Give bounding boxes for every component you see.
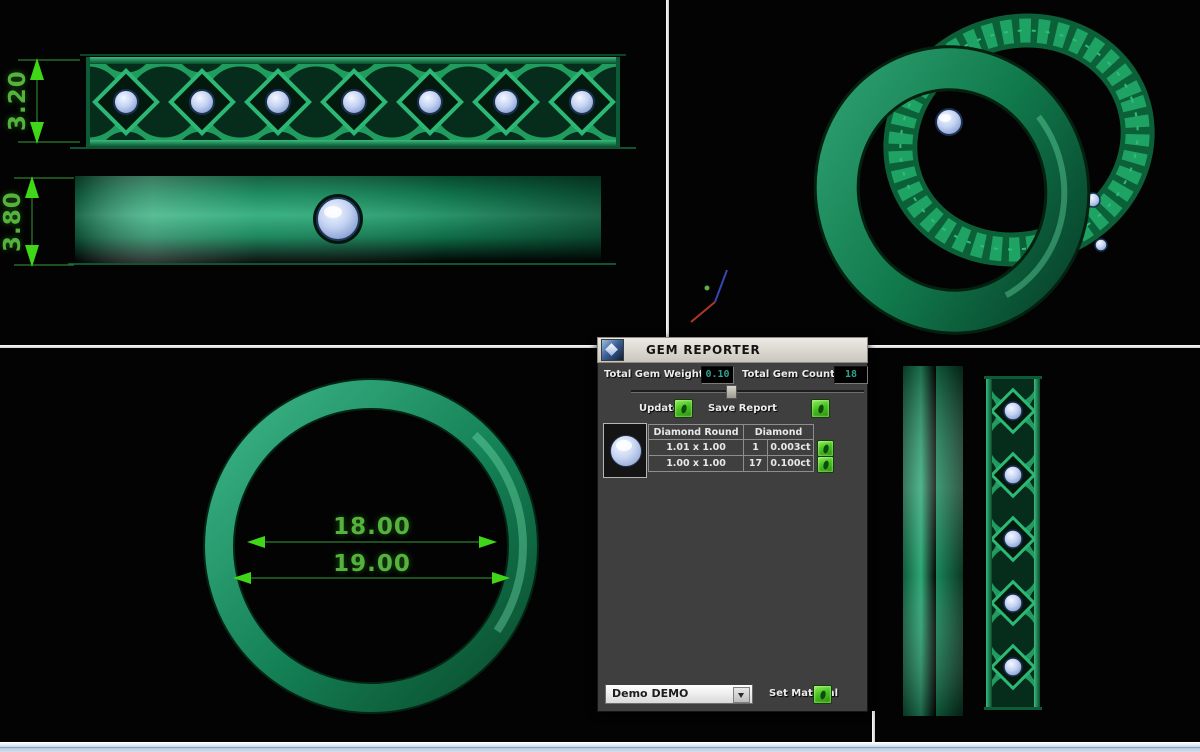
- go-pip-icon: [817, 404, 824, 414]
- total-gem-count-label: Total Gem Count: [742, 369, 835, 380]
- go-pip-icon: [680, 404, 687, 414]
- viewport-perspective[interactable]: [669, 0, 1200, 345]
- row-go-button[interactable]: [817, 456, 834, 473]
- total-gem-weight-value: 0.10: [701, 366, 734, 384]
- update-go-button[interactable]: [674, 399, 693, 418]
- window-bottom-edge: [0, 742, 1200, 752]
- viewport-splitter-vertical-bottom[interactable]: [872, 711, 875, 742]
- chevron-down-icon: [738, 693, 744, 698]
- save-report-label: Save Report: [708, 403, 777, 414]
- flush-gem-3d: [936, 109, 962, 135]
- table-row-size[interactable]: 1.00 x 1.00: [648, 455, 744, 472]
- table-header-gem-type: Diamond Round: [648, 424, 744, 440]
- viewport-splitter-vertical-top[interactable]: [666, 0, 669, 345]
- table-row-carats[interactable]: 0.003ct: [767, 439, 814, 456]
- table-header-material: Diamond: [743, 424, 814, 440]
- set-material-go-button[interactable]: [813, 685, 832, 704]
- cad-workspace: 3.20 3.80: [0, 0, 1200, 752]
- pattern-band-side-render: [70, 54, 636, 149]
- ring-top-render: [204, 379, 538, 713]
- size-slider-thumb[interactable]: [726, 385, 737, 399]
- dimension-label-plain-band-height: 3.80: [0, 192, 26, 252]
- gem-reporter-icon: [601, 339, 624, 361]
- row-go-button[interactable]: [817, 440, 834, 457]
- pattern-band-3d-render: [869, 0, 1168, 283]
- material-dropdown[interactable]: Demo DEMO: [605, 684, 753, 704]
- gem-preview-thumbnail[interactable]: [603, 423, 647, 478]
- flush-gem: [317, 198, 359, 240]
- size-slider-track[interactable]: [631, 390, 864, 393]
- dimension-label-inner-diameter: 18.00: [322, 514, 422, 540]
- total-gem-count-value: 18: [834, 366, 868, 384]
- go-pip-icon: [822, 444, 829, 454]
- dialog-title: GEM REPORTER: [646, 343, 761, 357]
- go-pip-icon: [822, 460, 829, 470]
- save-report-go-button[interactable]: [811, 399, 830, 418]
- table-row-size[interactable]: 1.01 x 1.00: [648, 439, 744, 456]
- bottom-edge-line: [0, 747, 1200, 748]
- viewport-right-view[interactable]: [875, 348, 1200, 742]
- perspective-render: [669, 0, 1200, 345]
- side-view-render: [0, 0, 666, 345]
- plain-band-3d-render: [814, 47, 1090, 333]
- total-gem-weight-label: Total Gem Weight: [604, 369, 704, 380]
- gem-reporter-dialog: GEM REPORTER Total Gem Weight 0.10 Total…: [597, 337, 868, 712]
- dialog-body: Total Gem Weight 0.10 Total Gem Count 18…: [597, 363, 868, 712]
- plain-band-right-render: [903, 366, 963, 716]
- pattern-band-right-render: [984, 376, 1042, 710]
- table-row-carats[interactable]: 0.100ct: [767, 455, 814, 472]
- table-row-count[interactable]: 17: [743, 455, 768, 472]
- plain-band-side-render: [68, 176, 616, 265]
- dropdown-button[interactable]: [733, 687, 750, 703]
- axis-gizmo: [691, 270, 727, 322]
- go-pip-icon: [819, 690, 826, 700]
- gem-thumbnail-stone: [610, 435, 642, 467]
- dialog-titlebar[interactable]: GEM REPORTER: [597, 337, 868, 363]
- dimension-label-outer-diameter: 19.00: [322, 551, 422, 577]
- material-dropdown-value: Demo DEMO: [612, 687, 688, 700]
- right-view-render: [875, 348, 1200, 742]
- dimension-label-pattern-band-height: 3.20: [5, 71, 31, 131]
- table-row-count[interactable]: 1: [743, 439, 768, 456]
- viewport-side-view[interactable]: 3.20 3.80: [0, 0, 666, 345]
